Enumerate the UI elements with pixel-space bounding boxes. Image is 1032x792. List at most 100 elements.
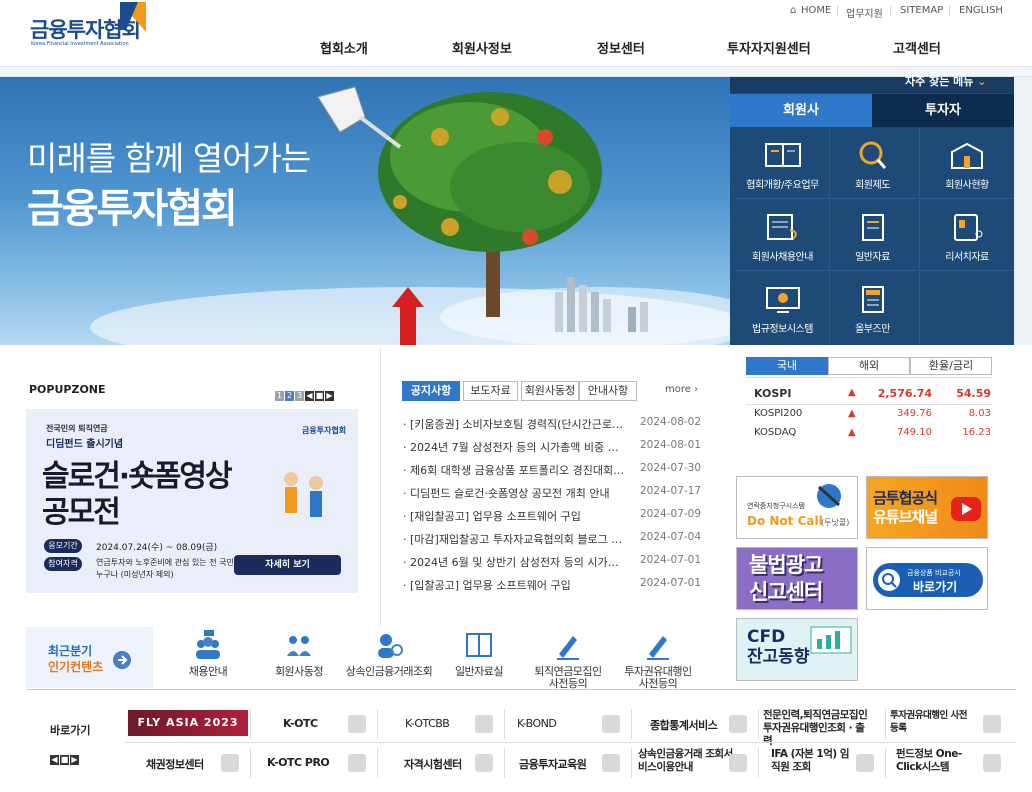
tab-fx-rate[interactable]: 환율/금리 [910, 357, 992, 375]
quick-link-data-room[interactable]: 일반자료실 [429, 628, 529, 678]
notice-title: · 디딤펀드 슬로건·숏폼영상 공모전 개최 안내 [403, 487, 610, 500]
gnb-info-center[interactable]: 정보센터 [597, 38, 645, 57]
illegal-ad-banner[interactable]: 불법광고 신고센터 [736, 547, 858, 610]
quick-menu-title-text: 자주 찾는 메뉴 [905, 75, 974, 88]
tab-investor[interactable]: 투자자 [872, 94, 1014, 127]
quick-item-ombudsman[interactable]: 올부즈만 [826, 272, 920, 343]
prev-icon[interactable]: ◀ [50, 755, 59, 765]
notice-title-text: 제6회 대학생 금융상품 포트폴리오 경진대회 개최 [410, 464, 625, 477]
popup-detail-button[interactable]: 자세히 보기 [234, 555, 341, 575]
quick-link-label: 회원사동정 [274, 665, 324, 678]
util-sitemap[interactable]: SITEMAP [900, 5, 943, 16]
notice-row[interactable]: · 제6회 대학생 금융상품 포트폴리오 경진대회 개최 2024-07-30 [403, 462, 703, 478]
quick-menu-title[interactable]: 자주 찾는 메뉴 ⌄ [905, 73, 986, 89]
quick-link-recruit[interactable]: 채용안내 [158, 628, 258, 678]
notice-title-text: [입찰공고] 업무용 소프트웨어 구입 [410, 579, 571, 592]
tab-member[interactable]: 회원사 [730, 94, 872, 127]
next-icon[interactable]: ▶ [70, 755, 79, 765]
book-icon [764, 143, 801, 167]
notice-row[interactable]: · [마감]재입찰공고 투자자교육협의회 블로그 운영 2024-07-04 [403, 531, 703, 547]
notice-row[interactable]: · 2024년 6월 및 상반기 삼성전자 등의 시가총액 2024-07-01 [403, 554, 703, 570]
quick-item-law-system[interactable]: 법규정보시스템 [736, 272, 830, 343]
recent-line2: 인기컨텐츠 [48, 660, 104, 674]
popup-page-1[interactable]: 1 [275, 391, 284, 401]
shortcut-label: 투자권유대행인 사전등록 [890, 710, 967, 734]
quick-item-overview[interactable]: 협회개황/주요업무 [736, 128, 830, 199]
pause-icon[interactable]: ■ [60, 755, 69, 765]
shortcut-statistics[interactable]: 종합통계서비스 [632, 705, 759, 743]
shortcut-kotc-pro[interactable]: K-OTC PRO [251, 744, 378, 782]
quick-item-membership[interactable]: 회원제도 [826, 128, 920, 199]
notice-row[interactable]: · 2024년 7월 삼성전자 등의 시가총액 비중 안내 2024-08-01 [403, 439, 703, 455]
notice-row[interactable]: · [키움증권] 소비자보호팀 경력직(단시간근로자) 채용 2024-08-02 [403, 416, 703, 432]
notice-row[interactable]: · [재입찰공고] 업무용 소프트웨어 구입 2024-07-09 [403, 508, 703, 524]
shortcut-inheritance-service[interactable]: 상속인금융거래 조회서비스이용안내 [632, 744, 759, 782]
quick-link-label: 투자권유대행인 사전등의 [624, 665, 692, 690]
shortcut-kotcbb[interactable]: K-OTCBB [378, 705, 505, 743]
quick-item-member-status[interactable]: 회원사현황 [920, 128, 1014, 199]
divider: | [836, 5, 840, 16]
youtube-banner[interactable]: 금투협공식 유튜브채널 [866, 476, 988, 539]
quick-link-member-news[interactable]: 회원사동정 [249, 628, 349, 678]
gnb-about[interactable]: 협회소개 [320, 38, 368, 57]
quick-item-general-data[interactable]: 일반자료 [826, 200, 920, 271]
popup-pager: 1 2 3 ◀ ■ ▶ [275, 383, 335, 402]
pause-icon[interactable]: ■ [315, 391, 324, 401]
shortcut-flyasia[interactable]: FLY ASIA 2023 [124, 705, 251, 743]
tab-notice[interactable]: 공지사항 [402, 381, 460, 401]
cfd-line1: CFD [747, 627, 786, 647]
more-link[interactable]: more › [665, 384, 698, 395]
tab-domestic[interactable]: 국내 [746, 357, 828, 375]
shortcut-education[interactable]: 금융투자교육원 [505, 744, 632, 782]
popup-banner[interactable]: 전국민의 퇴직연금 디딤펀드 출시기념 금융투자협회 슬로건·숏폼영상 공모전 … [26, 409, 358, 593]
product-compare-banner[interactable]: 금융상품 비교공시 바로가기 [866, 547, 988, 610]
shortcut-kbond[interactable]: K-BOND [505, 705, 632, 743]
util-english[interactable]: ENGLISH [959, 5, 1003, 16]
util-work-support[interactable]: 업무지원 [846, 5, 883, 20]
shortcut-professional-search[interactable]: 전문인력,퇴직연금모집인 투자권유대행인조회 · 출력 [759, 705, 886, 747]
arrow-right-icon[interactable] [112, 650, 132, 670]
shortcut-ifa[interactable]: IFA (자본 1억) 임직원 조회 [759, 744, 886, 782]
quick-item-research[interactable]: 리서치자료 [920, 200, 1014, 271]
shortcut-label: 펀드정보 One-Click시스템 [896, 748, 962, 773]
prev-icon[interactable]: ◀ [305, 391, 314, 401]
notice-row[interactable]: · [입찰공고] 업무용 소프트웨어 구입 2024-07-01 [403, 577, 703, 593]
people-icon [856, 754, 874, 772]
youtube-icon [951, 497, 981, 521]
shortcut-kotc[interactable]: K-OTC [251, 705, 378, 743]
tab-guide[interactable]: 안내사항 [579, 381, 637, 401]
market-row-kospi: KOSPI ▲ 2,576.74 54.59 [754, 387, 994, 405]
popup-page-2[interactable]: 2 [285, 391, 294, 401]
tab-member-news[interactable]: 회원사동정 [521, 381, 579, 401]
flyasia-logo: FLY ASIA 2023 [128, 710, 248, 736]
shortcut-title: 바로가기 [50, 724, 91, 737]
util-home[interactable]: HOME [801, 5, 831, 16]
popup-page-3[interactable]: 3 [295, 391, 304, 401]
index-name: KOSDAQ [754, 427, 797, 438]
quick-item-recruit[interactable]: 회원사채용안내 [736, 200, 830, 271]
shortcut-fund-info[interactable]: 펀드정보 One-Click시스템 [886, 744, 1013, 782]
shortcut-exam-center[interactable]: 자격시험센터 [378, 744, 505, 782]
cfd-banner[interactable]: CFD 잔고동향 [736, 618, 858, 681]
shortcut-label: 금융투자교육원 [519, 758, 587, 771]
gnb-customer-center[interactable]: 고객센터 [893, 38, 941, 57]
gnb-investor-support[interactable]: 투자자지원센터 [727, 38, 811, 57]
quick-link-inheritance[interactable]: 상속인금융거래조회 [339, 628, 439, 678]
quick-link-investment-agent[interactable]: 투자권유대행인 사전등의 [608, 628, 708, 690]
divider [26, 689, 1016, 690]
shortcut-agent-registration[interactable]: 투자권유대행인 사전등록 [886, 705, 1013, 743]
notice-row[interactable]: · 디딤펀드 슬로건·숏폼영상 공모전 개최 안내 2024-07-17 [403, 485, 703, 501]
gnb-member-info[interactable]: 회원사정보 [452, 38, 512, 57]
home-icon[interactable]: ⌂ [790, 5, 796, 16]
bar-chart-icon [221, 754, 239, 772]
tab-press[interactable]: 보도자료 [463, 381, 518, 401]
donotcall-banner[interactable]: 연락중지청구시스템 Do Not Call (두낫콜) [736, 476, 858, 539]
next-icon[interactable]: ▶ [325, 391, 334, 401]
tab-overseas[interactable]: 해외 [828, 357, 910, 375]
index-change: 16.23 [962, 427, 991, 438]
hero-title: 금융투자협회 [27, 186, 238, 232]
shortcut-bond-center[interactable]: 채권정보센터 [124, 744, 251, 782]
notice-date: 2024-07-09 [640, 508, 702, 520]
quick-link-pension-agent[interactable]: 퇴직연금모집인 사전등의 [518, 628, 618, 690]
pen-icon [983, 715, 1001, 733]
